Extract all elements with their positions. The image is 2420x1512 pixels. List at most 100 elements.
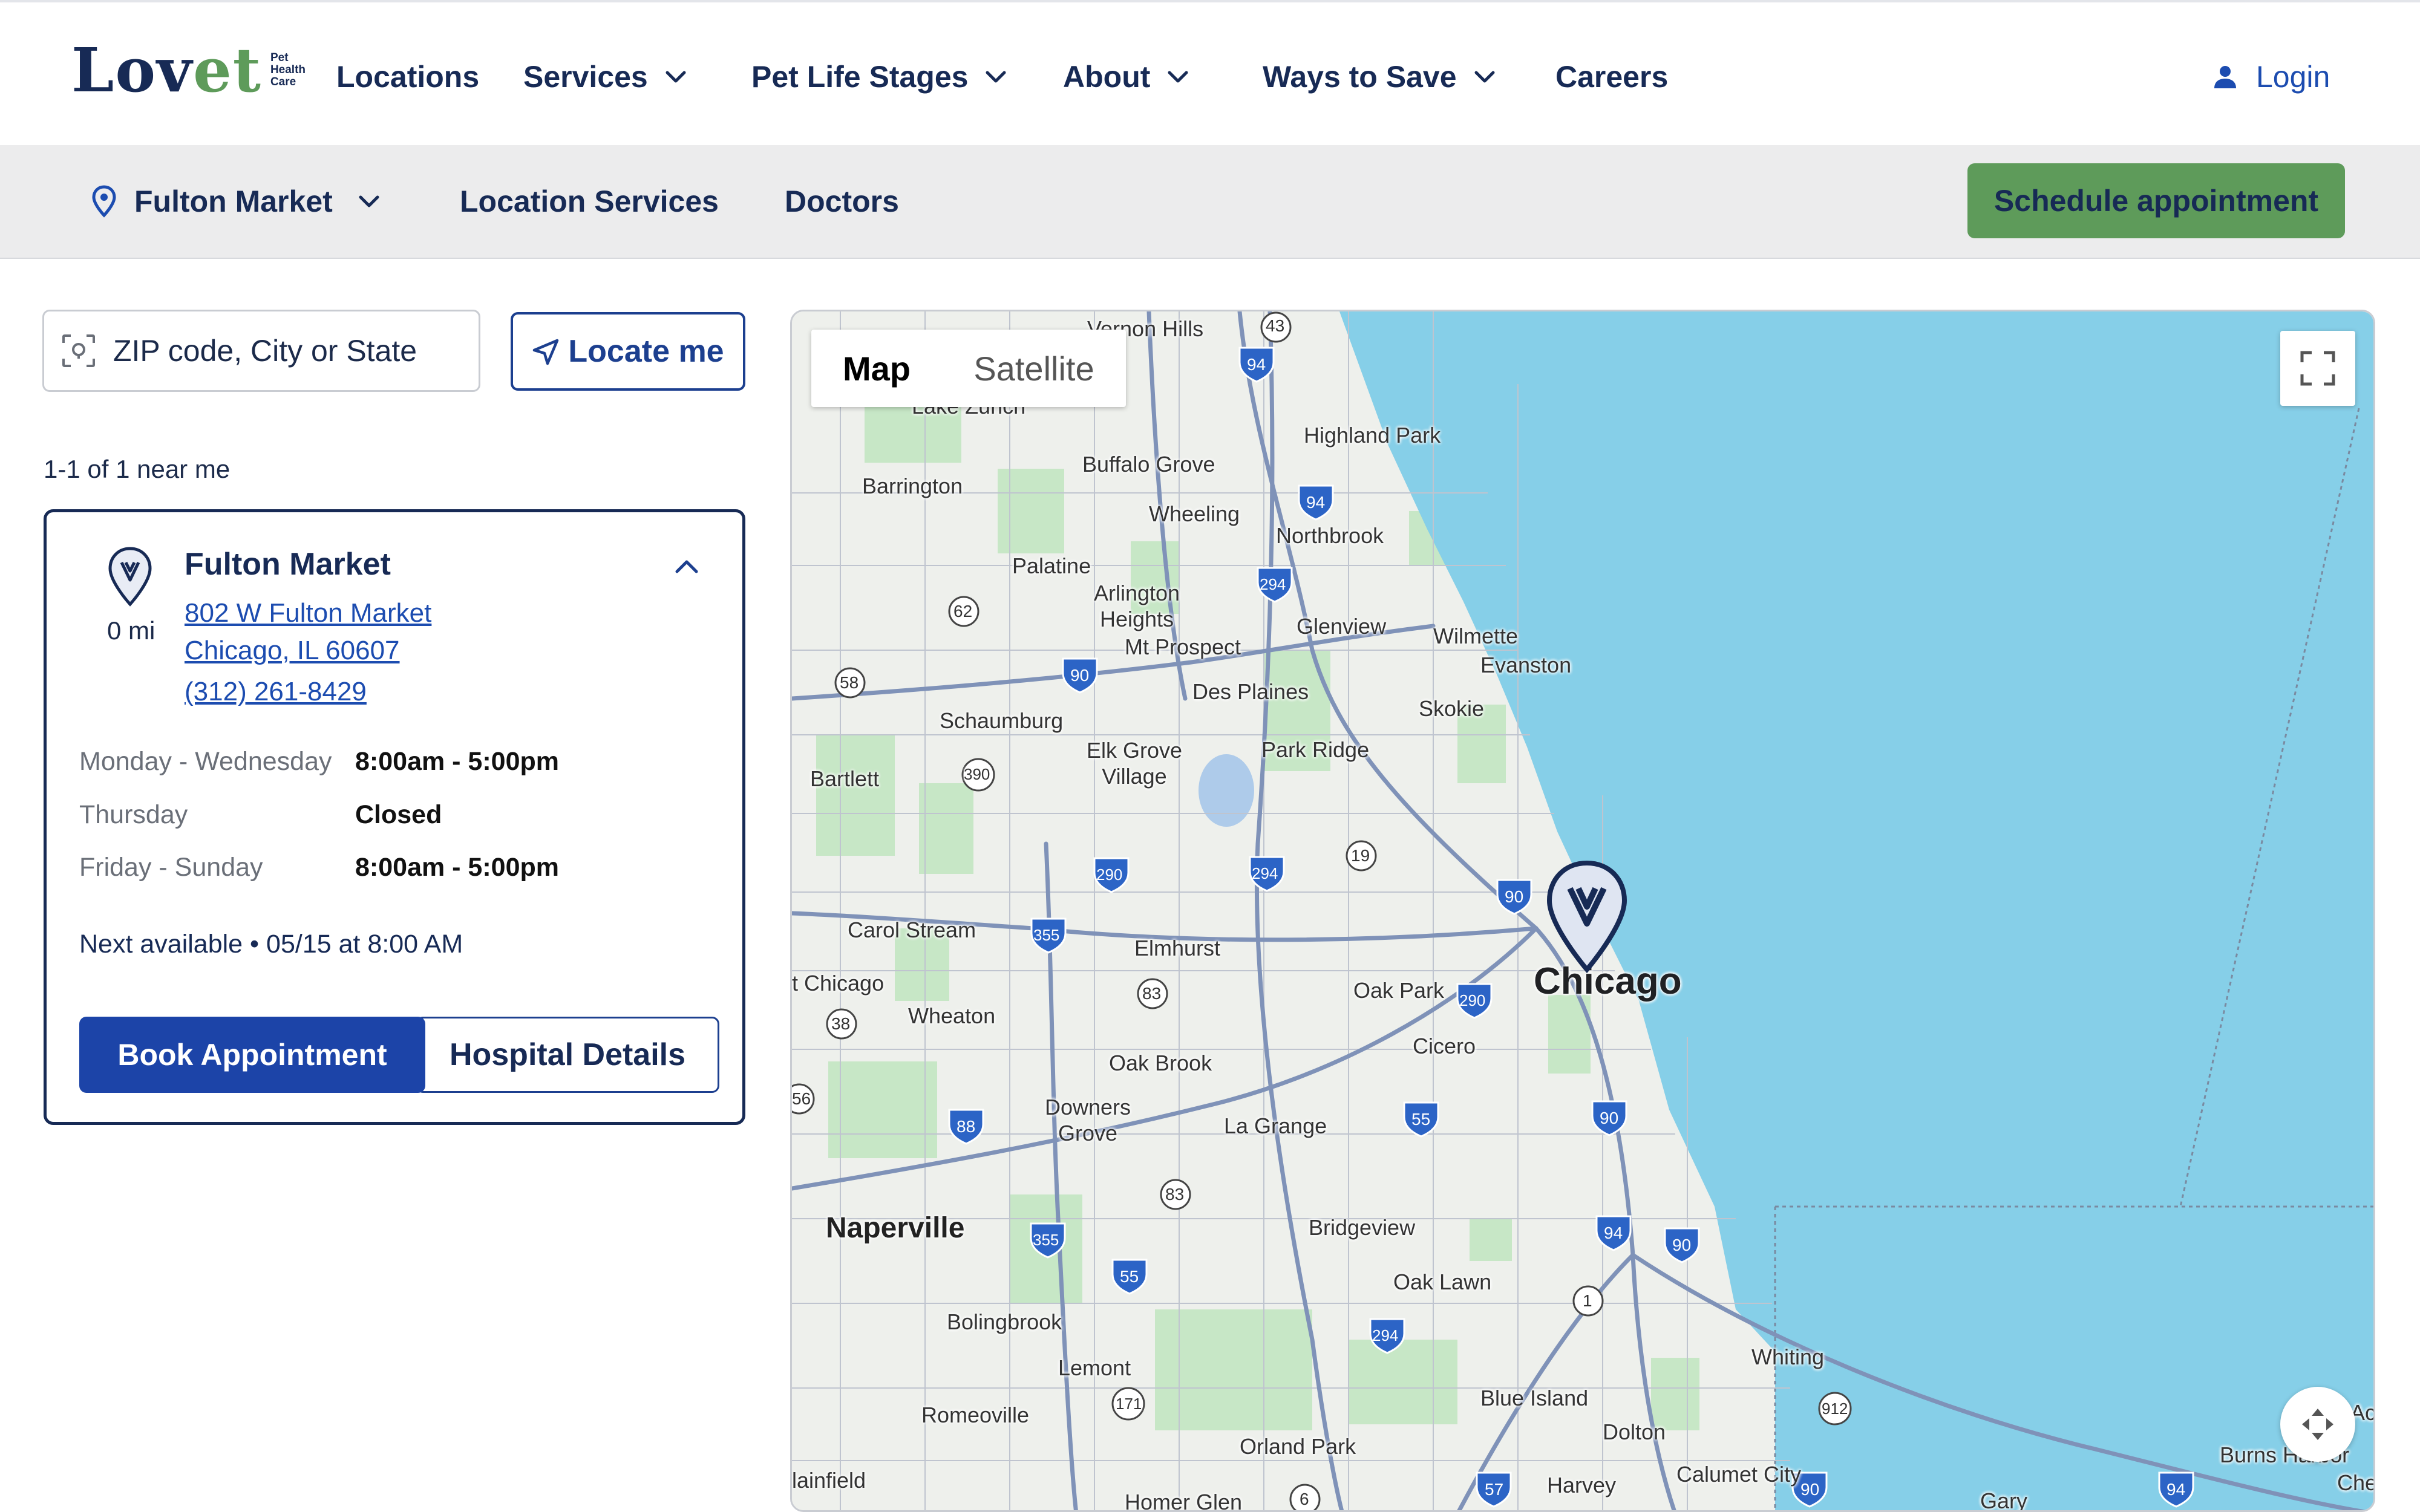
route-shield: 355: [1033, 1231, 1059, 1249]
map-place-label: lainfield: [792, 1468, 866, 1493]
nav-ways-to-save[interactable]: Ways to Save: [1263, 56, 1497, 98]
map-place-label: Oak Brook: [1109, 1051, 1212, 1075]
map-type-map-button[interactable]: Map: [811, 330, 942, 407]
brand-logo[interactable]: Lovet Pet Health Care: [71, 40, 306, 100]
schedule-appointment-button[interactable]: Schedule appointment: [1967, 163, 2345, 238]
map-type-control: Map Satellite: [811, 330, 1126, 407]
location-marker-icon[interactable]: [1545, 858, 1629, 976]
route-shield: 90: [1070, 666, 1090, 685]
route-shield: 62: [953, 602, 973, 621]
map-place-label: Skokie: [1419, 696, 1485, 721]
map-place-label: Romeoville: [921, 1403, 1030, 1427]
map-place-label: Bolingbrook: [947, 1309, 1062, 1334]
map-place-label: Bridgeview: [1309, 1215, 1416, 1240]
map-place-label: Naperville: [826, 1212, 965, 1244]
results-count: 1-1 of 1 near me: [44, 455, 231, 483]
map-place-label: Des Plaines: [1192, 679, 1309, 704]
nav-locations[interactable]: Locations: [336, 56, 479, 98]
tab-doctors[interactable]: Doctors: [785, 180, 899, 223]
logo-tagline: Pet Health Care: [270, 51, 306, 88]
route-shield: 355: [1033, 926, 1060, 944]
nav-about[interactable]: About: [1063, 56, 1190, 98]
chevron-down-icon: [984, 65, 1008, 89]
search-input[interactable]: [113, 333, 452, 368]
route-shield: 290: [1459, 991, 1486, 1009]
hospital-details-button[interactable]: Hospital Details: [416, 1017, 719, 1093]
route-shield: 94: [1604, 1224, 1623, 1242]
location-card: 0 mi Fulton Market 802 W Fulton Market C…: [44, 509, 745, 1125]
route-shield: 1: [1583, 1291, 1592, 1310]
chevron-down-icon: [1166, 65, 1190, 89]
chevron-down-icon: [357, 189, 381, 213]
location-name: Fulton Market: [185, 547, 391, 582]
hours-day: Monday - Wednesday: [79, 747, 332, 776]
route-shield: 90: [1505, 887, 1524, 906]
map-place-label: Elk Grove Village: [1086, 738, 1183, 789]
map-place-label: Oak Park: [1353, 978, 1445, 1003]
map-place-label: Cicero: [1413, 1034, 1476, 1058]
nav-locations-label: Locations: [336, 60, 480, 94]
login-label: Login: [2256, 60, 2330, 94]
locate-me-label: Locate me: [568, 334, 724, 369]
location-selector-label: Fulton Market: [134, 184, 333, 218]
nav-pet-life-stages[interactable]: Pet Life Stages: [751, 56, 1008, 98]
fullscreen-icon: [2300, 351, 2335, 386]
nav-careers-label: Careers: [1555, 60, 1669, 94]
fullscreen-button[interactable]: [2280, 331, 2355, 406]
route-shield: 55: [1411, 1110, 1431, 1129]
route-shield: 6: [1300, 1490, 1309, 1508]
chevron-down-icon: [664, 65, 688, 89]
map-place-label: Lemont: [1058, 1355, 1131, 1380]
route-shield: 94: [1306, 493, 1326, 512]
map-place-label: Barrington: [862, 474, 963, 498]
nav-services[interactable]: Services: [523, 56, 688, 98]
tab-location-services[interactable]: Location Services: [460, 180, 719, 223]
chevron-up-icon[interactable]: [670, 550, 704, 584]
route-shield: 38: [831, 1014, 851, 1033]
map-place-label: Harvey: [1547, 1473, 1617, 1497]
login-link[interactable]: Login: [2211, 56, 2330, 98]
map-place-label: Blue Island: [1480, 1386, 1589, 1410]
map-type-satellite-button[interactable]: Satellite: [942, 330, 1126, 407]
address-line-1-link[interactable]: 802 W Fulton Market: [185, 598, 431, 628]
route-shield: 171: [1116, 1395, 1142, 1413]
address-line-2-link[interactable]: Chicago, IL 60607: [185, 636, 400, 666]
route-shield: 294: [1372, 1326, 1399, 1344]
map-place-label: Wheaton: [908, 1003, 996, 1028]
route-shield: 88: [957, 1117, 976, 1136]
route-shield: 294: [1252, 864, 1278, 882]
distance: 0 mi: [107, 616, 155, 645]
route-shield: 90: [1672, 1236, 1692, 1254]
map-place-label: Whiting: [1751, 1344, 1825, 1369]
map-place-label: Oak Lawn: [1393, 1269, 1492, 1294]
hours-day: Thursday: [79, 800, 188, 829]
hospital-details-label: Hospital Details: [449, 1037, 686, 1072]
route-shield: 290: [1096, 865, 1123, 884]
hours-time: 8:00am - 5:00pm: [355, 747, 559, 776]
user-icon: [2211, 63, 2239, 91]
map-view[interactable]: 43 94 94 294 62 90 58 390 290 294 19 90 …: [790, 310, 2375, 1512]
route-shield: 55: [1120, 1267, 1139, 1286]
map-place-label: Mt Prospect: [1125, 634, 1241, 659]
locate-me-button[interactable]: Locate me: [511, 312, 745, 391]
map-place-label: Downers Grove: [1044, 1095, 1131, 1146]
map-place-label: Elmhurst: [1134, 936, 1221, 960]
route-shield: 43: [1266, 316, 1285, 335]
map-place-label: Northbrook: [1276, 523, 1384, 548]
route-shield: 58: [840, 673, 859, 692]
map-place-label: Schaumburg: [940, 708, 1064, 733]
map-place-label: Dolton: [1603, 1419, 1666, 1444]
map-place-label: Gary: [1980, 1488, 2028, 1512]
nav-careers[interactable]: Careers: [1555, 56, 1668, 98]
navigation-arrow-icon: [532, 337, 560, 365]
book-appointment-button[interactable]: Book Appointment: [79, 1017, 425, 1093]
tab-doctors-label: Doctors: [785, 184, 899, 218]
location-search-box[interactable]: [42, 310, 480, 392]
phone-link[interactable]: (312) 261-8429: [185, 677, 367, 707]
route-shield: 90: [1800, 1480, 1820, 1499]
location-selector[interactable]: Fulton Market: [92, 180, 381, 223]
route-shield: 90: [1600, 1109, 1619, 1127]
logo-wordmark: Lovet: [71, 34, 262, 106]
camera-control-button[interactable]: [2280, 1387, 2355, 1462]
hours-day: Friday - Sunday: [79, 853, 263, 882]
